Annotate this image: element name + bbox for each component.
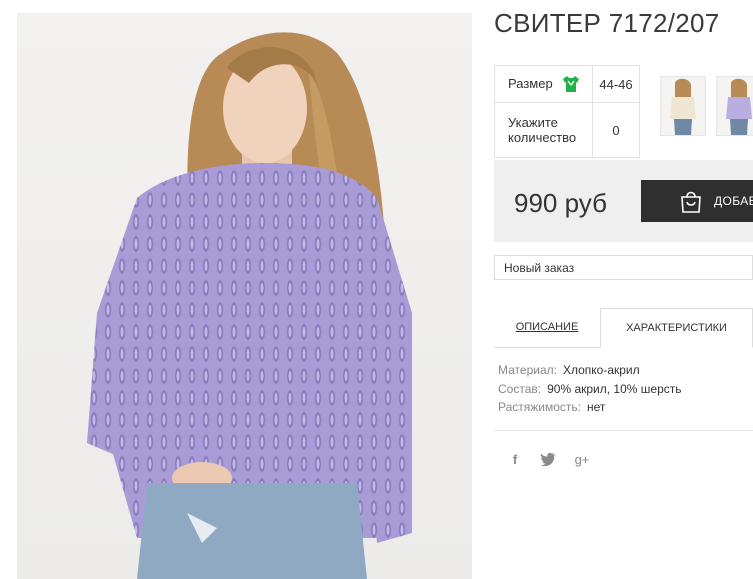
options-table: Размер 44-46 Укажите количество 0 — [494, 65, 640, 158]
size-value[interactable]: 44-46 — [592, 65, 640, 103]
order-select[interactable]: Новый заказ — [494, 255, 753, 280]
model-sweater-illustration — [87, 32, 412, 579]
size-label: Размер — [508, 75, 553, 91]
quantity-label: Укажите количество — [494, 102, 593, 158]
price: 990 руб — [514, 188, 607, 218]
spec-row-composition: Состав: 90% акрил, 10% шерсть — [498, 382, 682, 396]
spec-key: Материал: — [498, 363, 557, 377]
add-to-cart-label: ДОБАВ — [714, 194, 753, 208]
twitter-bird-icon — [540, 452, 555, 466]
spec-key: Состав: — [498, 382, 542, 396]
thumbnail-2[interactable] — [716, 76, 753, 136]
spec-row-elasticity: Растяжимость: нет — [498, 400, 605, 414]
spec-key: Растяжимость: — [498, 400, 582, 414]
size-chart-icon[interactable] — [562, 76, 580, 93]
thumbnail-1[interactable] — [660, 76, 706, 136]
facebook-icon[interactable]: f — [505, 452, 525, 470]
spec-value: нет — [587, 400, 606, 414]
shopping-bag-icon — [681, 191, 701, 213]
google-plus-icon[interactable]: g+ — [572, 452, 592, 470]
thumbnail-1-image — [670, 78, 696, 135]
spec-value: 90% акрил, 10% шерсть — [547, 382, 682, 396]
product-title: СВИТЕР 7172/207 — [494, 8, 720, 38]
thumbnail-2-image — [726, 78, 752, 135]
add-to-cart-button[interactable]: ДОБАВ — [641, 180, 753, 222]
tab-characteristics[interactable]: ХАРАКТЕРИСТИКИ — [600, 308, 753, 348]
quantity-input[interactable]: 0 — [592, 102, 640, 158]
divider — [494, 430, 753, 431]
size-label-cell: Размер — [494, 65, 593, 103]
tab-description[interactable]: ОПИСАНИЕ — [494, 308, 600, 347]
spec-value: Хлопко-акрил — [562, 363, 640, 377]
twitter-icon[interactable] — [538, 452, 558, 470]
spec-row-material: Материал: Хлопко-акрил — [498, 363, 640, 377]
product-main-image[interactable] — [17, 13, 472, 579]
